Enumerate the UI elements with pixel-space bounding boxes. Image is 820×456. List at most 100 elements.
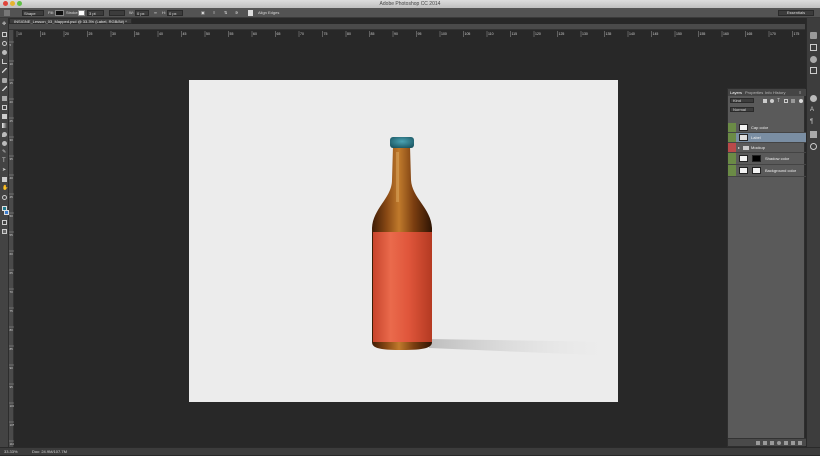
tab-history[interactable]: History xyxy=(773,89,785,96)
filter-type-icon[interactable]: T xyxy=(777,98,780,104)
rectangle-tool-icon[interactable] xyxy=(2,177,7,182)
tab-layers[interactable]: Layers xyxy=(730,89,742,96)
lasso-tool-icon[interactable] xyxy=(2,41,7,46)
height-field[interactable]: 0 px xyxy=(167,10,183,16)
channels-panel-icon[interactable] xyxy=(810,143,817,150)
layer-row[interactable]: Shadow color xyxy=(728,153,806,165)
layer-group-row[interactable]: ▸ Mockup xyxy=(728,143,806,153)
link-layers-icon[interactable] xyxy=(756,441,760,445)
tool-mode-select[interactable]: Shape xyxy=(22,10,44,16)
home-icon[interactable] xyxy=(4,10,10,16)
align-edges-checkbox[interactable] xyxy=(248,10,253,16)
visibility-eye-icon[interactable] xyxy=(728,143,736,152)
workspace-select[interactable]: Essentials xyxy=(778,10,814,16)
status-bar: 33.33% Doc: 24.9M/107.7M xyxy=(0,447,820,455)
path-alignment-icon[interactable]: ≡ xyxy=(212,10,216,16)
layer-row-selected[interactable]: Label xyxy=(728,133,806,143)
filter-toggle[interactable] xyxy=(799,99,803,103)
tab-info[interactable]: Info xyxy=(765,89,772,96)
eraser-tool-icon[interactable] xyxy=(2,114,7,119)
crop-tool-icon[interactable] xyxy=(2,59,7,64)
layer-row[interactable]: Cap color xyxy=(728,123,806,133)
pen-tool-icon[interactable]: ✎ xyxy=(2,150,7,155)
paragraph-panel-icon[interactable]: ¶ xyxy=(810,119,817,126)
character-panel-icon[interactable]: A xyxy=(810,107,817,114)
tab-properties[interactable]: Properties xyxy=(745,89,763,96)
add-mask-icon[interactable] xyxy=(770,441,774,445)
screen-mode-icon[interactable] xyxy=(2,229,7,234)
panel-menu-icon[interactable]: ≡ xyxy=(799,89,801,96)
marquee-tool-icon[interactable] xyxy=(2,32,7,37)
brush-tool-icon[interactable] xyxy=(2,86,7,91)
trash-icon[interactable] xyxy=(798,441,802,445)
background-color-swatch[interactable] xyxy=(4,210,9,215)
filter-smart-object-icon[interactable] xyxy=(791,99,795,103)
history-panel-icon[interactable] xyxy=(810,32,817,39)
info-panel-icon[interactable] xyxy=(810,95,817,102)
ruler-tick-label: 35 xyxy=(10,157,14,161)
ruler-tick-label: 5 xyxy=(10,43,12,47)
stroke-swatch[interactable] xyxy=(78,10,85,16)
ruler-tick-label: 80 xyxy=(10,328,14,332)
width-field[interactable]: 0 px xyxy=(135,10,149,16)
filter-shape-icon[interactable] xyxy=(784,99,788,103)
dodge-tool-icon[interactable] xyxy=(2,141,7,146)
eyedropper-tool-icon[interactable] xyxy=(2,68,7,73)
ruler-tick-label: 30 xyxy=(10,138,14,142)
path-operations-icon[interactable]: ▣ xyxy=(200,10,206,16)
swatches-panel-icon[interactable] xyxy=(810,67,817,74)
gear-icon[interactable]: ✲ xyxy=(234,10,239,16)
path-selection-tool-icon[interactable]: ➤ xyxy=(2,168,7,173)
move-tool-icon[interactable]: ✥ xyxy=(2,22,7,27)
adjustments-panel-icon[interactable] xyxy=(810,56,817,63)
filter-adjustment-icon[interactable] xyxy=(770,99,774,103)
hand-tool-icon[interactable]: ✋ xyxy=(2,186,8,191)
new-layer-icon[interactable] xyxy=(791,441,795,445)
visibility-eye-icon[interactable] xyxy=(728,133,736,142)
bottle-highlight xyxy=(396,152,399,202)
type-tool-icon[interactable]: T xyxy=(2,158,7,164)
ruler-tick-label: 50 xyxy=(206,32,210,36)
horizontal-ruler[interactable]: 10 15 20 25 30 35 40 45 50 55 60 65 70 75 80 85 90 95 100 1… xyxy=(9,24,805,37)
brush-panel-icon[interactable] xyxy=(810,131,817,138)
bottle-label xyxy=(373,232,432,342)
zoom-tool-icon[interactable] xyxy=(2,195,7,200)
bottle-shadow xyxy=(429,339,618,356)
link-icon[interactable]: ∞ xyxy=(153,10,158,16)
filter-pixel-icon[interactable] xyxy=(763,99,767,103)
history-brush-tool-icon[interactable] xyxy=(2,105,7,110)
ruler-tick-label: 105 xyxy=(465,32,471,36)
filter-kind-select[interactable]: Kind xyxy=(730,98,754,103)
quick-mask-icon[interactable] xyxy=(2,220,7,225)
path-arrangement-icon[interactable]: ⇅ xyxy=(223,10,228,16)
vertical-ruler[interactable]: 5 10 15 20 25 30 35 40 45 50 55 60 65 70 75 80 85 90 95 100… xyxy=(9,30,15,447)
layer-style-icon[interactable] xyxy=(763,441,767,445)
visibility-eye-icon[interactable] xyxy=(728,153,736,164)
tools-panel: ✥ ✎ T ➤ ✋ xyxy=(0,18,9,447)
fill-label: Fill: xyxy=(48,10,55,15)
bottle-mockup-image xyxy=(372,137,618,356)
ruler-tick-label: 175 xyxy=(794,32,800,36)
blend-mode-select[interactable]: Normal xyxy=(730,107,754,112)
stroke-type-select[interactable] xyxy=(109,10,125,16)
adjustment-layer-icon[interactable] xyxy=(777,441,781,445)
blur-tool-icon[interactable] xyxy=(2,132,7,137)
healing-brush-tool-icon[interactable] xyxy=(2,78,7,83)
new-group-icon[interactable] xyxy=(784,441,788,445)
stroke-width-field[interactable]: 3 pt xyxy=(87,10,104,16)
ruler-tick-label: 130 xyxy=(582,32,588,36)
document-canvas[interactable] xyxy=(189,80,618,402)
layer-mask-thumbnail xyxy=(752,167,761,174)
properties-panel-icon[interactable] xyxy=(810,44,817,51)
layer-row[interactable]: Background color xyxy=(728,165,806,177)
quick-select-tool-icon[interactable] xyxy=(2,50,7,55)
clone-stamp-tool-icon[interactable] xyxy=(2,96,7,101)
w-label: W: xyxy=(129,10,134,15)
visibility-eye-icon[interactable] xyxy=(728,165,736,176)
fill-swatch[interactable] xyxy=(55,10,64,16)
gradient-tool-icon[interactable] xyxy=(2,123,7,128)
visibility-eye-icon[interactable] xyxy=(728,123,736,132)
options-bar: Shape Fill: Stroke: 3 pt W: 0 px ∞ H: 0 … xyxy=(0,8,820,18)
disclosure-triangle-icon[interactable]: ▸ xyxy=(738,145,740,150)
ruler-tick-label: 65 xyxy=(277,32,281,36)
